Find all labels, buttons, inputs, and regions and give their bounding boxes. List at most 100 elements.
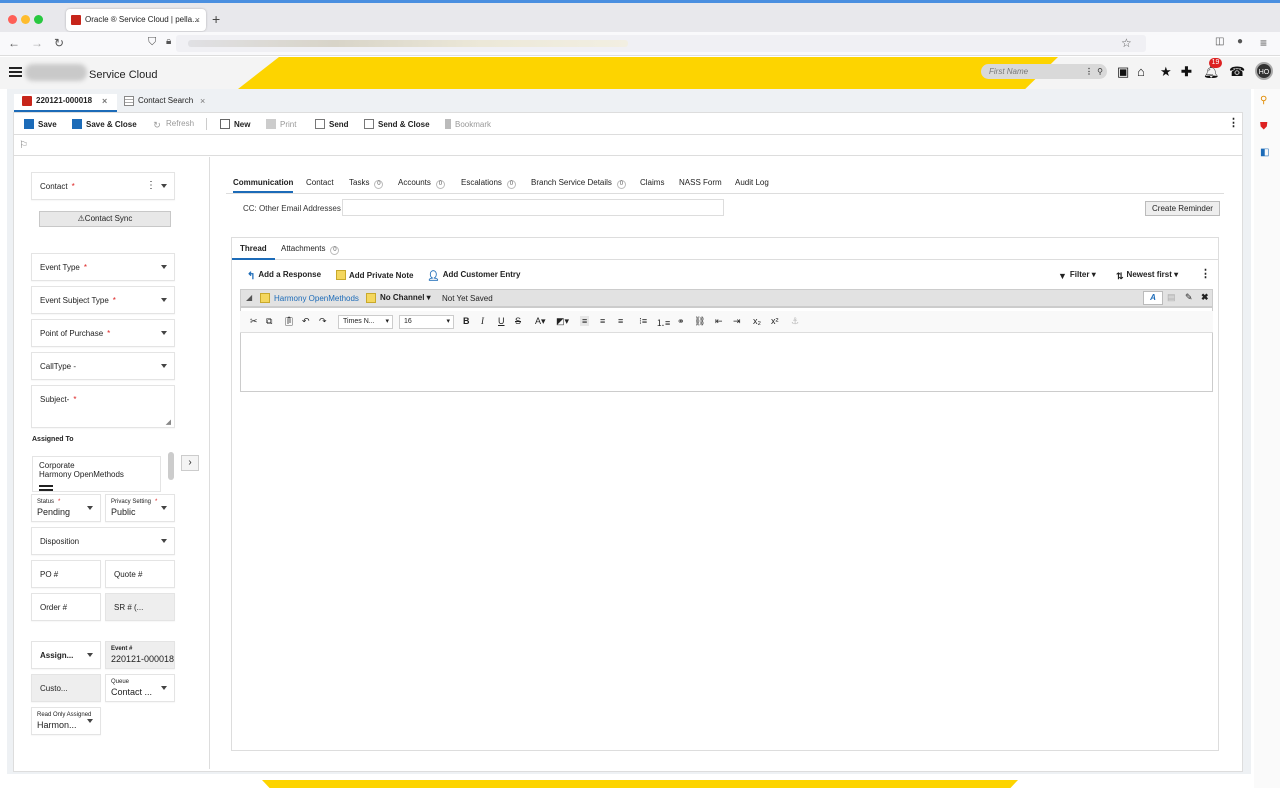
cc-email-input[interactable]	[342, 199, 724, 216]
tab-attachments[interactable]: Attachments 0	[281, 244, 340, 255]
align-left-icon[interactable]: ≡	[580, 316, 590, 326]
browser-tab-close-icon[interactable]: ×	[195, 9, 200, 31]
tab-branch-service-details[interactable]: Branch Service Details 0	[531, 178, 626, 189]
add-customer-entry-button[interactable]: 👤︎ Add Customer Entry	[427, 270, 521, 282]
lock-icon[interactable]: 🔒︎	[166, 36, 171, 47]
chevron-down-icon[interactable]	[161, 686, 167, 690]
search-icon[interactable]: ⚲	[1097, 64, 1103, 79]
copy-icon[interactable]: ⧉	[266, 316, 272, 327]
tab-nass-form[interactable]: NASS Form	[679, 178, 722, 187]
home-icon[interactable]: ⌂	[1137, 64, 1145, 79]
menu-icon[interactable]: ≡	[1260, 36, 1267, 50]
assigned-to-box[interactable]: Corporate Harmony OpenMethods	[32, 456, 161, 492]
chevron-down-icon[interactable]	[87, 719, 93, 723]
event-subject-type-select[interactable]: Event Subject Type *	[31, 286, 175, 314]
back-icon[interactable]: ←	[8, 36, 20, 50]
filter-button[interactable]: ▼ Filter ▾	[1058, 270, 1096, 281]
add-icon[interactable]: ✚	[1181, 64, 1192, 80]
subscript-icon[interactable]: x₂	[753, 316, 761, 326]
tab-contact-search[interactable]: Contact Search ×	[124, 94, 205, 112]
quote-number-field[interactable]: Quote #	[105, 560, 175, 588]
read-only-assigned-select[interactable]: Read Only Assigned Harmon...	[31, 707, 101, 735]
assign-arrow-button[interactable]: ›	[181, 455, 199, 471]
favorites-star-icon[interactable]: ★	[1160, 64, 1172, 80]
disposition-select[interactable]: Disposition	[31, 527, 175, 555]
text-color-icon[interactable]: A▾	[535, 316, 546, 327]
redo-icon[interactable]: ↷	[319, 316, 327, 327]
user-avatar[interactable]: HO	[1255, 62, 1273, 80]
align-center-icon[interactable]: ≡	[600, 316, 605, 326]
chevron-down-icon[interactable]	[161, 364, 167, 368]
underline-icon[interactable]: U	[498, 316, 505, 326]
toolbar-more-icon[interactable]: ⋮	[1228, 116, 1239, 129]
template-icon[interactable]: ▤	[1167, 292, 1176, 303]
search-options-icon[interactable]: ⋮	[1085, 64, 1093, 79]
font-family-select[interactable]: Times N... ▾	[338, 315, 393, 329]
shield-icon[interactable]: ⛉	[148, 36, 156, 49]
tab-thread[interactable]: Thread	[232, 244, 275, 260]
close-entry-icon[interactable]: ✖	[1201, 292, 1209, 303]
po-number-field[interactable]: PO #	[31, 560, 101, 588]
anchor-icon[interactable]: ⚓︎	[791, 316, 799, 327]
shield-tool-icon[interactable]: ⛊	[1260, 121, 1268, 132]
channel-select[interactable]: No Channel ▾	[380, 293, 431, 302]
list-icon[interactable]	[39, 485, 53, 491]
tab-contact-search-close-icon[interactable]: ×	[200, 94, 205, 108]
tab-contact[interactable]: Contact	[306, 178, 334, 187]
url-bar[interactable]	[176, 35, 1146, 52]
order-number-field[interactable]: Order #	[31, 593, 101, 621]
unlink-icon[interactable]: ⛓	[694, 316, 705, 327]
contact-options-icon[interactable]: ⋮	[146, 180, 156, 191]
sort-button[interactable]: ⇅ Newest first ▾	[1116, 270, 1178, 281]
refresh-button[interactable]: ↻ Refresh	[152, 119, 194, 130]
global-search-input[interactable]: First Name ⋮ ⚲	[981, 64, 1107, 79]
queue-select[interactable]: Queue Contact ...	[105, 674, 175, 702]
chevron-down-icon[interactable]	[161, 265, 167, 269]
collapse-icon[interactable]: ◢	[246, 293, 252, 302]
hamburger-menu-icon[interactable]	[9, 67, 22, 77]
chevron-down-icon[interactable]	[161, 331, 167, 335]
create-reminder-button[interactable]: Create Reminder	[1145, 201, 1220, 216]
new-tab-button[interactable]: +	[212, 11, 220, 27]
paste-icon[interactable]: 📋︎	[283, 316, 294, 327]
contact-field[interactable]: Contact * ⋮	[31, 172, 175, 200]
bookmark-star-icon[interactable]: ☆	[1121, 36, 1132, 50]
add-private-note-button[interactable]: Add Private Note	[336, 270, 413, 280]
flag-icon[interactable]: ⚐	[19, 140, 28, 151]
chevron-down-icon[interactable]	[161, 539, 167, 543]
save-close-button[interactable]: Save & Close	[72, 119, 137, 129]
forward-icon[interactable]: →	[31, 36, 43, 50]
tab-communication[interactable]: Communication	[233, 178, 294, 193]
bold-icon[interactable]: B	[463, 316, 470, 326]
maximize-window-button[interactable]	[34, 15, 43, 24]
extension-icon[interactable]: ●	[1237, 36, 1243, 47]
pocket-icon[interactable]: ◫	[1215, 36, 1224, 47]
subject-textarea[interactable]: Subject- * ◢	[31, 385, 175, 428]
bookmark-button[interactable]: Bookmark	[445, 119, 491, 129]
decrease-indent-icon[interactable]: ⇤	[715, 316, 723, 327]
contacts-book-icon[interactable]: ▣	[1117, 64, 1129, 80]
tab-tasks[interactable]: Tasks 0	[349, 178, 384, 189]
tab-audit-log[interactable]: Audit Log	[735, 178, 769, 187]
point-of-purchase-select[interactable]: Point of Purchase *	[31, 319, 175, 347]
reload-icon[interactable]: ↻	[54, 36, 64, 50]
cut-icon[interactable]: ✂	[250, 316, 258, 327]
call-type-select[interactable]: CallType -	[31, 352, 175, 380]
increase-indent-icon[interactable]: ⇥	[733, 316, 741, 327]
chat-icon[interactable]: ☎	[1229, 64, 1245, 80]
minimize-window-button[interactable]	[21, 15, 30, 24]
save-button[interactable]: Save	[24, 119, 57, 129]
align-right-icon[interactable]: ≡	[618, 316, 623, 326]
tab-accounts[interactable]: Accounts 0	[398, 178, 445, 189]
numbered-list-icon[interactable]: ⒈≡	[656, 316, 670, 329]
assigned-scrollbar[interactable]	[168, 452, 174, 480]
tab-incident[interactable]: 220121-000018 ×	[14, 94, 117, 112]
print-button[interactable]: Print	[266, 119, 296, 129]
thread-more-icon[interactable]: ⋮	[1200, 267, 1211, 280]
resize-handle-icon[interactable]: ◢	[166, 418, 171, 426]
formatting-toggle-icon[interactable]: A	[1143, 291, 1163, 305]
strikethrough-icon[interactable]: S	[515, 316, 521, 326]
assign-select[interactable]: Assign...	[31, 641, 101, 669]
highlight-color-icon[interactable]: ◩▾	[556, 316, 569, 327]
edit-pencil-icon[interactable]: ✎	[1185, 292, 1193, 303]
